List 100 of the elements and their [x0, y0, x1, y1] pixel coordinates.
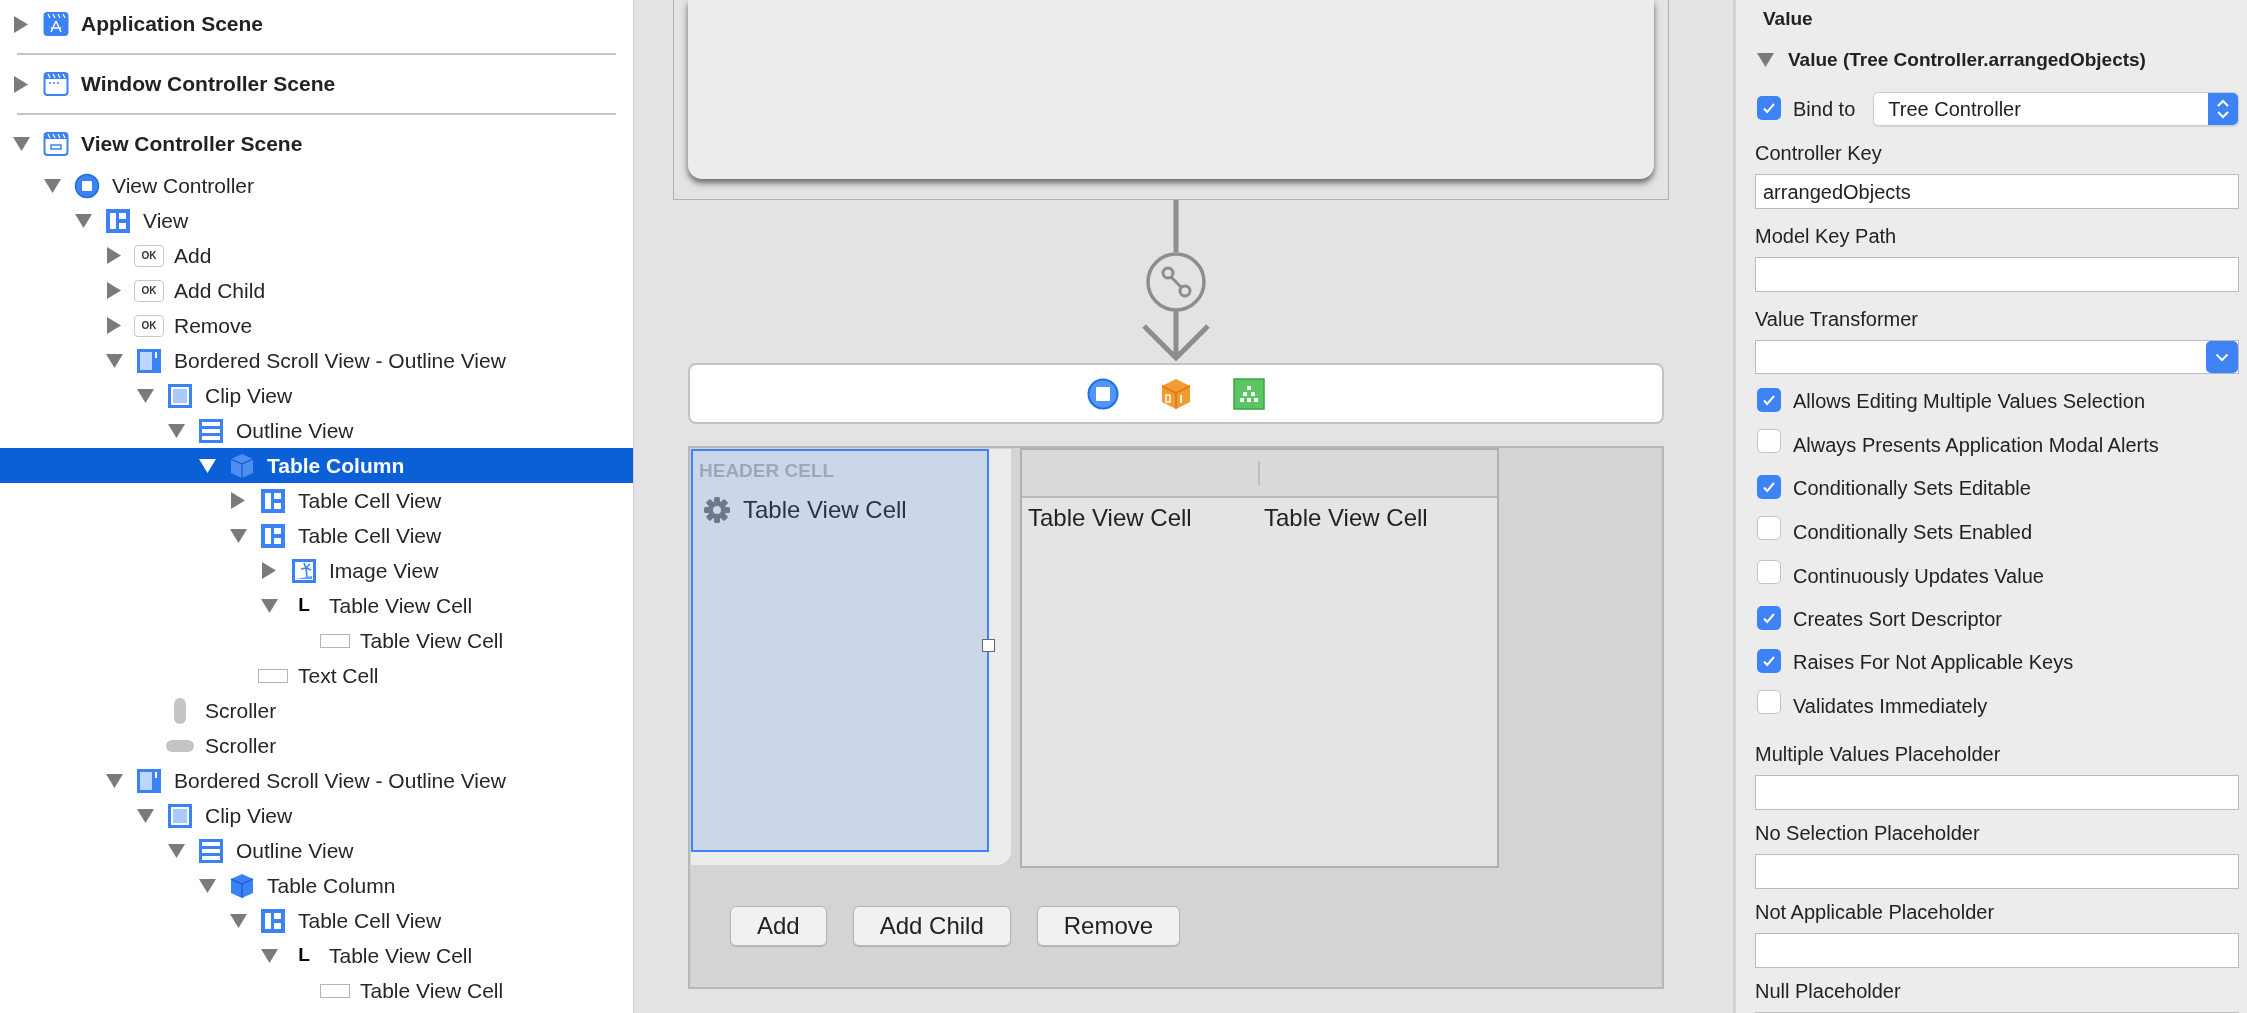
disclosure-triangle-icon[interactable]: [1757, 52, 1774, 67]
checkbox[interactable]: [1757, 429, 1781, 453]
clapperboard-icon: [43, 131, 69, 157]
disclosure-triangle-icon[interactable]: [198, 878, 216, 893]
outline-row[interactable]: Window Controller Scene: [0, 60, 633, 108]
checkbox[interactable]: [1757, 560, 1781, 584]
outline-row[interactable]: L Table View Cell: [0, 938, 633, 973]
table-view-cell-text: Table View Cell: [743, 494, 907, 525]
checkbox[interactable]: [1757, 95, 1781, 120]
outline-item-label: Add: [174, 242, 212, 269]
cube-icon[interactable]: [1161, 377, 1191, 410]
disclosure-triangle-icon[interactable]: [136, 808, 154, 823]
outline-row[interactable]: Outline View: [0, 413, 633, 448]
outline-item-label: Clip View: [205, 802, 293, 829]
disclosure-triangle-icon[interactable]: [229, 528, 247, 543]
dots-pyramid-icon[interactable]: [1233, 377, 1265, 410]
outline-row[interactable]: Clip View: [0, 378, 633, 413]
outline-row[interactable]: OK Add: [0, 238, 633, 273]
outline-row[interactable]: Table Cell View: [0, 483, 633, 518]
checkbox[interactable]: [1757, 516, 1781, 540]
outline-row[interactable]: Table Cell View: [0, 903, 633, 938]
checkbox[interactable]: [1757, 690, 1781, 714]
disclosure-triangle-icon[interactable]: [260, 598, 278, 613]
text-field[interactable]: arrangedObjects: [1755, 174, 2239, 209]
disclosure-triangle-icon[interactable]: [12, 137, 30, 151]
disclosure-triangle-icon[interactable]: [74, 213, 92, 228]
binding-group-title[interactable]: Value (Tree Controller.arrangedObjects): [1788, 45, 2146, 74]
disclosure-triangle-icon[interactable]: [231, 492, 245, 509]
cube-icon: [229, 872, 255, 899]
disclosure-triangle-icon[interactable]: [262, 562, 276, 579]
outline-item-label: Bordered Scroll View - Outline View: [174, 347, 506, 374]
scroll-view-icon: [136, 767, 162, 794]
text-field[interactable]: [1755, 257, 2239, 292]
push-button[interactable]: Add Child: [852, 906, 1011, 946]
checkbox[interactable]: [1757, 605, 1781, 630]
label-icon: L: [291, 592, 317, 619]
disclosure-triangle-icon[interactable]: [107, 282, 121, 299]
push-button[interactable]: Remove: [1036, 906, 1181, 946]
checkbox[interactable]: [1757, 474, 1781, 499]
outline-row[interactable]: Outline View: [0, 833, 633, 868]
disclosure-triangle-icon[interactable]: [14, 75, 28, 93]
checkbox[interactable]: [1757, 387, 1781, 412]
text-field[interactable]: [1755, 933, 2239, 968]
outline-row[interactable]: Table Cell View: [0, 518, 633, 553]
gear-icon: [703, 495, 731, 524]
outline-row[interactable]: Clip View: [0, 798, 633, 833]
up-down-chevron-icon: [2216, 98, 2230, 120]
text-field[interactable]: [1755, 775, 2239, 810]
table-view-cell-text: Table View Cell: [1263, 503, 1429, 533]
outline-row[interactable]: View Controller Scene: [0, 120, 633, 168]
horizontal-scroller-icon: [166, 739, 194, 752]
outline-row[interactable]: Scroller: [0, 693, 633, 728]
outline-row[interactable]: View: [0, 203, 633, 238]
outline-item-label: Remove: [174, 312, 253, 339]
outline-row[interactable]: Application Scene: [0, 0, 633, 48]
disclosure-triangle-icon[interactable]: [107, 247, 121, 264]
chevron-down-icon: [2215, 352, 2229, 362]
outline-item-label: Outline View: [236, 417, 354, 444]
outline-row[interactable]: Bordered Scroll View - Outline View: [0, 763, 633, 798]
text-field-icon: [320, 633, 350, 648]
outline-row[interactable]: Scroller: [0, 728, 633, 763]
push-button[interactable]: Add: [730, 906, 827, 946]
field-label: Not Applicable Placeholder: [1755, 900, 1996, 925]
framed-square-icon: [167, 382, 193, 409]
outline-row[interactable]: Text Cell: [0, 658, 633, 693]
outline-row[interactable]: Table Column: [0, 868, 633, 903]
outline-row[interactable]: Image View: [0, 553, 633, 588]
image-icon: [291, 557, 317, 584]
outline-row[interactable]: OK Remove: [0, 308, 633, 343]
outline-row[interactable]: View Controller: [0, 168, 633, 203]
disclosure-triangle-icon[interactable]: [198, 458, 216, 473]
resize-handle[interactable]: [982, 639, 995, 652]
disclosure-triangle-icon[interactable]: [229, 913, 247, 928]
disclosure-triangle-icon[interactable]: [167, 843, 185, 858]
text-field[interactable]: [1755, 854, 2239, 889]
outline-item-label: Add Child: [174, 277, 266, 304]
outline-row[interactable]: L Table View Cell: [0, 588, 633, 623]
disclosure-triangle-icon[interactable]: [105, 773, 123, 788]
disclosure-triangle-icon[interactable]: [260, 948, 278, 963]
disclosure-triangle-icon[interactable]: [136, 388, 154, 403]
outline-item-label: Text Cell: [298, 662, 379, 689]
table-view-cell-text: Table View Cell: [1027, 503, 1193, 533]
disclosure-triangle-icon[interactable]: [107, 317, 121, 334]
checkbox-label: Always Presents Application Modal Alerts: [1793, 432, 2159, 458]
disclosure-triangle-icon[interactable]: [43, 178, 61, 193]
checkbox[interactable]: [1757, 648, 1781, 673]
outline-row[interactable]: Table Column: [0, 448, 633, 483]
field-label: Null Placeholder: [1755, 979, 1902, 1004]
outline-row[interactable]: Bordered Scroll View - Outline View: [0, 343, 633, 378]
disclosure-triangle-icon[interactable]: [105, 353, 123, 368]
popup-button[interactable]: Tree Controller: [1873, 92, 2239, 126]
disclosure-triangle-icon[interactable]: [167, 423, 185, 438]
disclosure-triangle-icon[interactable]: [14, 15, 28, 33]
outline-row[interactable]: OK Add Child: [0, 273, 633, 308]
clapperboard-icon: [43, 71, 69, 97]
outline-row[interactable]: Table View Cell: [0, 623, 633, 658]
square-in-circle-icon[interactable]: [1087, 377, 1119, 410]
combo-box[interactable]: [1755, 340, 2239, 374]
outline-item-label: Table View Cell: [360, 627, 504, 654]
outline-row[interactable]: Table View Cell: [0, 973, 633, 1008]
